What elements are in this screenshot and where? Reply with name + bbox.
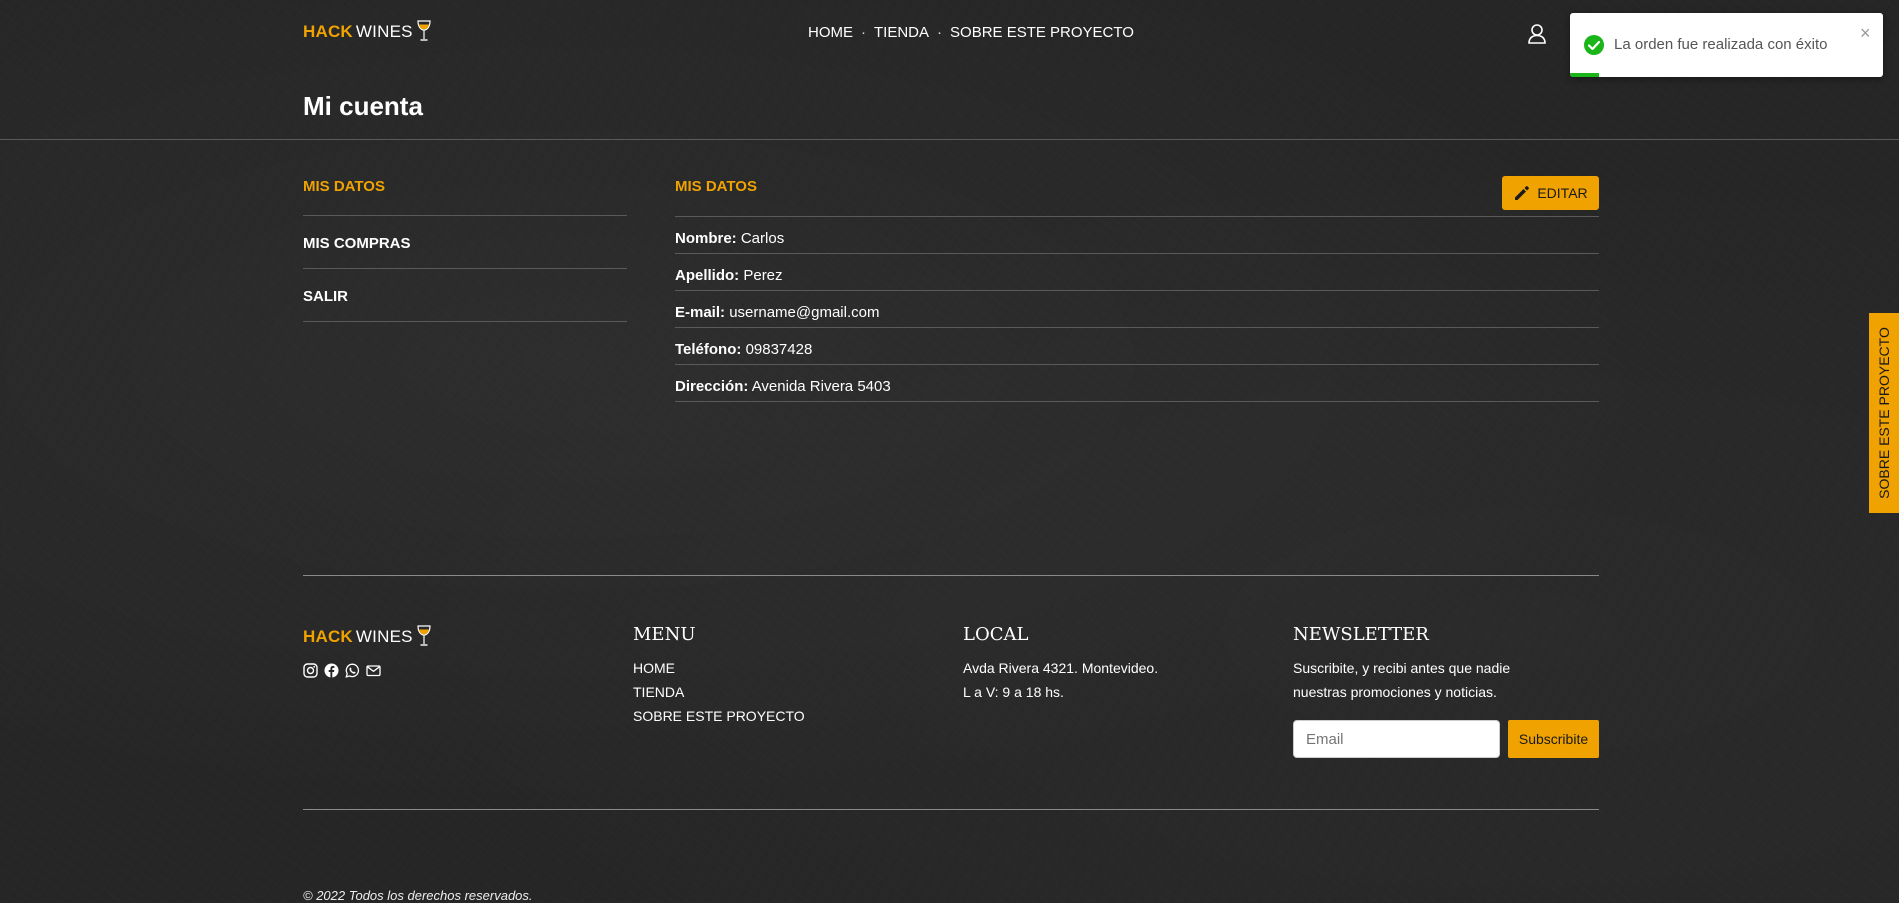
sidebar-divider: [303, 321, 627, 322]
nav-tienda-link[interactable]: TIENDA: [874, 24, 929, 41]
toast-message: La orden fue realizada con éxito: [1614, 36, 1828, 53]
field-label: Apellido:: [675, 267, 740, 284]
footer-local-heading: LOCAL: [963, 624, 1029, 645]
field-label: Nombre:: [675, 230, 737, 247]
user-icon[interactable]: [1527, 23, 1547, 45]
instagram-icon[interactable]: [303, 663, 318, 678]
nav-sobre-link[interactable]: SOBRE ESTE PROYECTO: [950, 24, 1134, 41]
pencil-icon: [1515, 186, 1530, 200]
side-tab-sobre-proyecto[interactable]: SOBRE ESTE PROYECTO: [1869, 313, 1899, 513]
brand-logo[interactable]: HACK WINES: [303, 20, 432, 42]
nav-separator: ·: [861, 24, 866, 41]
field-row-email: E-mail: username@gmail.com: [675, 291, 1599, 328]
logo-hack-text: HACK: [303, 22, 353, 41]
facebook-icon[interactable]: [324, 663, 339, 678]
field-row-apellido: Apellido: Perez: [675, 254, 1599, 291]
footer-logo[interactable]: HACK WINES: [303, 625, 432, 647]
whatsapp-icon[interactable]: [345, 663, 360, 678]
field-value: username@gmail.com: [729, 304, 880, 321]
copyright-text: © 2022 Todos los derechos reservados.: [303, 888, 533, 903]
sidebar-item-mis-compras[interactable]: MIS COMPRAS: [303, 216, 627, 268]
logo-wines-text: WINES: [355, 627, 413, 646]
field-label: Teléfono:: [675, 341, 742, 358]
footer-menu-tienda-link[interactable]: TIENDA: [633, 680, 805, 704]
field-value: Avenida Rivera 5403: [751, 378, 891, 395]
footer-newsletter-text: Suscribite, y recibi antes que nadie nue…: [1293, 656, 1510, 704]
nav-separator: ·: [937, 24, 943, 41]
newsletter-subscribe-button[interactable]: Subscribite: [1508, 720, 1599, 758]
footer-menu-sobre-link[interactable]: SOBRE ESTE PROYECTO: [633, 704, 805, 728]
footer-menu-home-link[interactable]: HOME: [633, 656, 805, 680]
check-circle-icon: [1584, 35, 1604, 55]
side-tab-label: SOBRE ESTE PROYECTO: [1876, 327, 1893, 499]
footer-bottom-divider: [303, 809, 1599, 810]
logo-wines-text: WINES: [355, 22, 413, 41]
footer-local-info: Avda Rivera 4321. Montevideo. L a V: 9 a…: [963, 656, 1158, 704]
toast-close-button[interactable]: ×: [1860, 23, 1871, 44]
field-row-telefono: Teléfono: 09837428: [675, 328, 1599, 365]
field-row-direccion: Dirección: Avenida Rivera 5403: [675, 365, 1599, 402]
footer-local-address: Avda Rivera 4321. Montevideo.: [963, 660, 1159, 676]
edit-button-label: EDITAR: [1537, 185, 1588, 201]
wine-glass-icon: [417, 625, 431, 646]
nav-home-link[interactable]: HOME: [808, 24, 853, 41]
field-label: E-mail:: [675, 304, 726, 321]
toast-progress-bar: [1570, 73, 1599, 77]
footer-local-hours: L a V: 9 a 18 hs.: [963, 684, 1064, 700]
page-title: Mi cuenta: [303, 91, 423, 121]
newsletter-line: nuestras promociones y noticias.: [1293, 684, 1497, 700]
edit-button[interactable]: EDITAR: [1502, 176, 1599, 210]
footer-menu-heading: MENU: [633, 624, 696, 645]
newsletter-email-input[interactable]: [1293, 720, 1500, 758]
footer-top-divider: [303, 575, 1599, 576]
profile-heading: MIS DATOS: [675, 178, 757, 195]
success-toast: La orden fue realizada con éxito ×: [1570, 13, 1883, 77]
footer-menu-list: HOME TIENDA SOBRE ESTE PROYECTO: [633, 656, 805, 728]
main-nav: HOME · TIENDA · SOBRE ESTE PROYECTO: [808, 24, 1134, 41]
field-row-nombre: Nombre: Carlos: [675, 217, 1599, 254]
field-value: Carlos: [740, 230, 785, 247]
header-divider: [0, 139, 1899, 140]
field-value: Perez: [743, 267, 783, 284]
newsletter-line: Suscribite, y recibi antes que nadie: [1293, 660, 1511, 676]
logo-hack-text: HACK: [303, 627, 353, 646]
field-value: 09837428: [745, 341, 813, 358]
mail-icon[interactable]: [366, 663, 381, 678]
wine-glass-icon: [417, 20, 431, 41]
profile-fields: Nombre: Carlos Apellido: Perez E-mail: u…: [675, 217, 1599, 402]
footer-newsletter-heading: NEWSLETTER: [1293, 624, 1429, 645]
social-links: [303, 663, 381, 678]
sidebar-item-salir[interactable]: SALIR: [303, 269, 627, 321]
field-label: Dirección:: [675, 378, 749, 395]
account-sidebar: MIS DATOS MIS COMPRAS SALIR: [303, 178, 627, 322]
sidebar-item-mis-datos[interactable]: MIS DATOS: [303, 178, 627, 215]
